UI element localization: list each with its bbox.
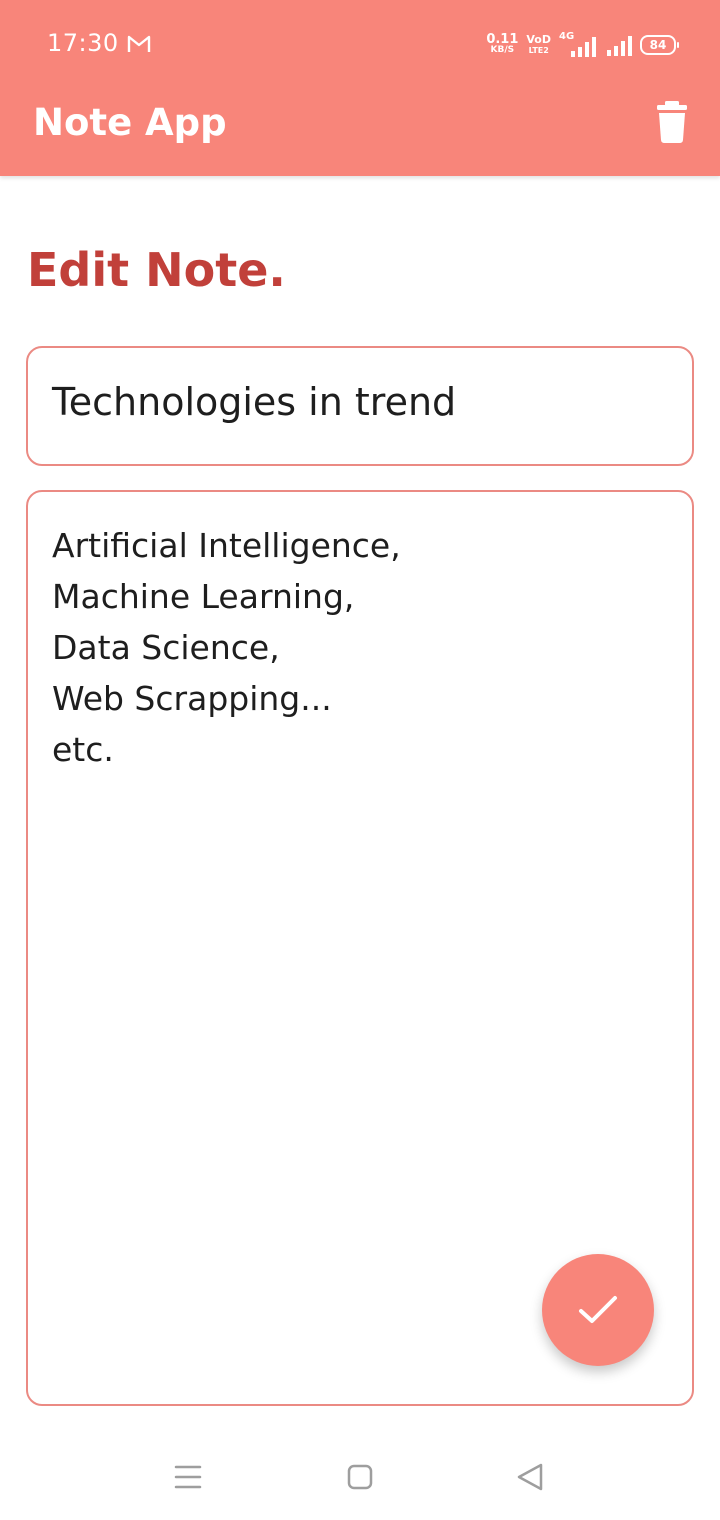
save-button[interactable] [542,1254,654,1366]
content-line: Web Scrapping... [52,679,332,718]
status-bar: 17:30 0.11 KB/S VoD LTE2 4G 84 [0,0,720,88]
network-speed-unit: KB/S [490,45,515,55]
app-title: Note App [33,101,227,144]
back-button[interactable] [510,1458,550,1498]
app-header: 17:30 0.11 KB/S VoD LTE2 4G 84 Note App [0,0,720,176]
note-title-input[interactable]: Technologies in trend [52,376,672,428]
content-line: Data Science, [52,628,280,667]
trash-icon [657,101,687,143]
system-navigation-bar [0,1430,720,1520]
home-button[interactable] [340,1458,380,1498]
back-icon [517,1463,543,1491]
menu-icon [174,1465,202,1489]
volte-indicator: VoD LTE2 [526,34,551,56]
content-line: etc. [52,730,114,769]
page-heading: Edit Note. [27,243,286,297]
battery-level: 84 [649,38,667,52]
content-line: Machine Learning, [52,577,355,616]
home-icon [347,1464,373,1490]
content-line: Artificial Intelligence, [52,526,401,565]
volte-top: VoD [526,33,551,46]
network-speed-value: 0.11 [486,32,519,47]
note-content-input[interactable]: Artificial Intelligence, Machine Learnin… [52,520,672,775]
note-title-field[interactable]: Technologies in trend [26,346,694,466]
recent-apps-button[interactable] [168,1458,208,1498]
battery-icon: 84 [640,35,679,55]
signal-bars-1 [571,35,596,57]
status-indicators: 0.11 KB/S VoD LTE2 4G 84 [486,30,679,60]
signal-4g-icon: 4G [559,31,599,57]
volte-bottom: LTE2 [528,46,549,55]
signal-icon [607,34,632,56]
check-icon [579,1296,617,1323]
network-speed: 0.11 KB/S [486,32,519,56]
delete-button[interactable] [648,96,696,148]
gmail-icon [127,35,151,52]
status-time: 17:30 [47,29,119,57]
